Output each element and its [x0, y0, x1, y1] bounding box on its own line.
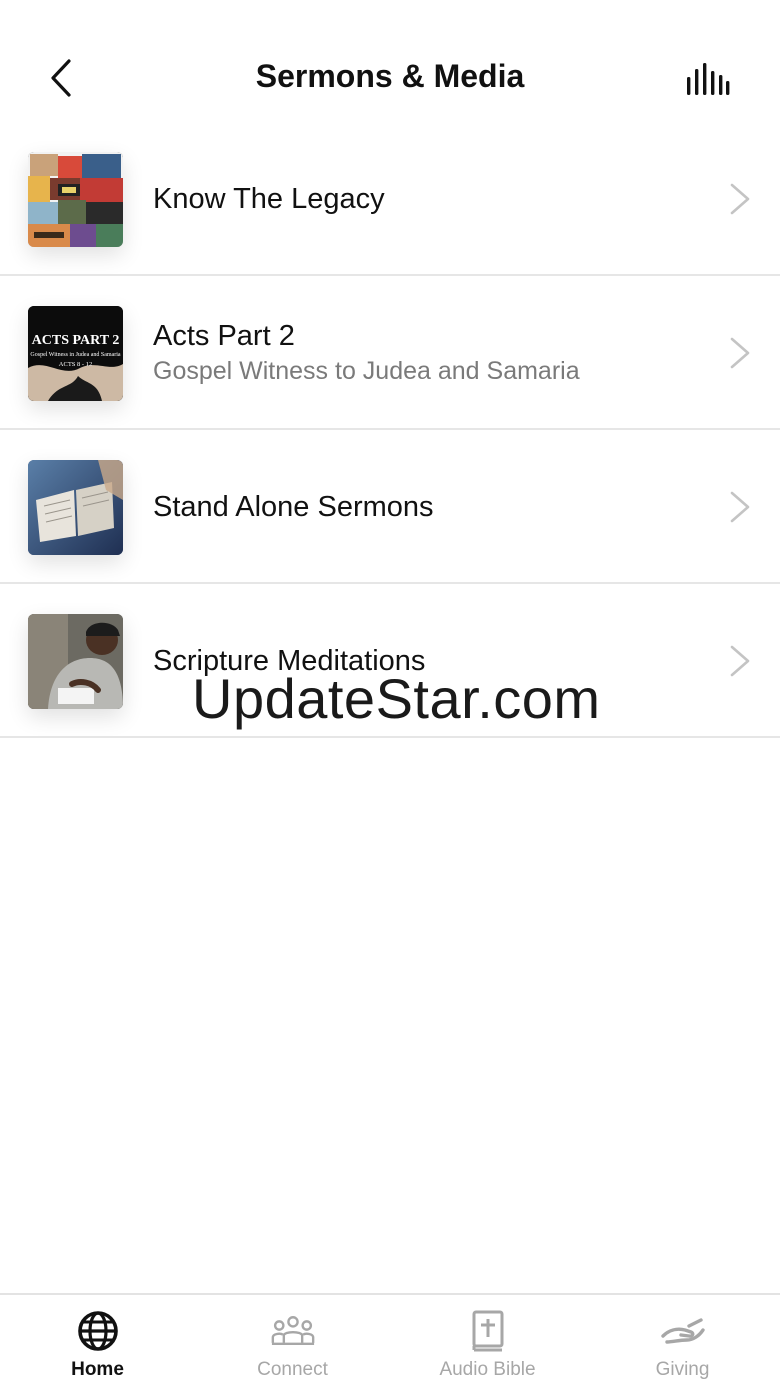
list-item-text: Acts Part 2 Gospel Witness to Judea and …: [153, 276, 713, 430]
series-thumbnail: [28, 460, 123, 555]
list-item-text: Stand Alone Sermons: [153, 430, 713, 584]
chevron-right-icon: [730, 337, 750, 369]
series-thumbnail: ACTS PART 2 Gospel Witness in Judea and …: [28, 306, 123, 401]
watermark-text: UpdateStar.com: [192, 667, 601, 730]
people-group-icon: [271, 1309, 315, 1353]
audio-bars-icon: [687, 63, 730, 95]
tab-label: Giving: [655, 1359, 710, 1380]
tab-home[interactable]: Home: [0, 1295, 195, 1387]
thumb-title-text: ACTS PART 2: [32, 333, 120, 348]
chevron-right-icon: [730, 183, 750, 215]
list-item-acts-part-2[interactable]: ACTS PART 2 Gospel Witness in Judea and …: [0, 276, 780, 430]
chevron-right-icon: [730, 645, 750, 677]
open-bible-image: [28, 460, 123, 555]
chevron-right-icon: [730, 491, 750, 523]
tab-giving[interactable]: Giving: [585, 1295, 780, 1387]
globe-icon: [76, 1309, 120, 1353]
list-item-title: Stand Alone Sermons: [153, 491, 434, 523]
series-thumbnail: [28, 614, 123, 709]
tab-audio-bible[interactable]: Audio Bible: [390, 1295, 585, 1387]
bottom-tab-bar: Home Connect Audio Bible Giving: [0, 1293, 780, 1387]
giving-hand-icon: [660, 1309, 705, 1353]
bible-icon: [466, 1309, 510, 1353]
audio-player-button[interactable]: [680, 58, 736, 102]
series-thumbnail: [28, 152, 123, 247]
list-item-stand-alone-sermons[interactable]: Stand Alone Sermons: [0, 430, 780, 584]
header: Sermons & Media: [0, 0, 780, 125]
acts-cover-image: ACTS PART 2 Gospel Witness in Judea and …: [28, 306, 123, 401]
thumb-chapters-text: ACTS 8 - 12: [59, 361, 92, 368]
tab-connect[interactable]: Connect: [195, 1295, 390, 1387]
app-screen: Sermons & Media Know The Legacy ACTS PAR…: [0, 0, 780, 1387]
page-title: Sermons & Media: [255, 58, 525, 94]
tab-label: Connect: [257, 1359, 328, 1380]
man-writing-image: [28, 614, 123, 709]
list-item-subtitle: Gospel Witness to Judea and Samaria: [153, 357, 580, 385]
list-item-title: Acts Part 2: [153, 320, 295, 352]
list-item-title: Know The Legacy: [153, 183, 385, 215]
list-item-know-the-legacy[interactable]: Know The Legacy: [0, 122, 780, 276]
thumb-subtitle-text: Gospel Witness in Judea and Samaria: [30, 352, 120, 358]
sermon-series-list: Know The Legacy ACTS PART 2 Gospel Witne…: [0, 122, 780, 738]
tab-label: Home: [71, 1359, 124, 1380]
tab-label: Audio Bible: [439, 1359, 536, 1380]
collage-image: [28, 152, 123, 247]
list-item-text: Know The Legacy: [153, 122, 713, 276]
